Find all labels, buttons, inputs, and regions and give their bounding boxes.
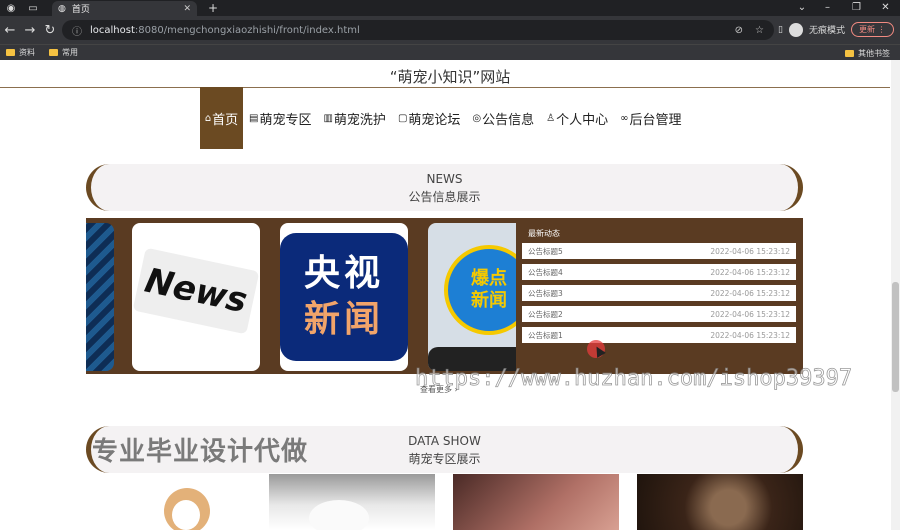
blocked-popup-icon[interactable]: ⊘ <box>735 25 743 36</box>
slide-news-text: News <box>132 247 260 335</box>
update-button[interactable]: 更新 ⋮ <box>850 22 894 37</box>
carousel-slide[interactable] <box>86 223 114 371</box>
browser-tabstrip: ◉ ▭ ◍ 首页 ✕ + ⌄ – ❐ ✕ <box>0 0 900 16</box>
care-icon: ▥ <box>323 112 333 124</box>
url-text: localhost:8080/mengchongxiaozhishi/front… <box>90 24 360 36</box>
pet-card-image[interactable] <box>637 474 803 530</box>
tab-title: 首页 <box>71 5 90 15</box>
forum-icon: ▢ <box>397 112 408 124</box>
bookmark-folder[interactable]: 常用 <box>49 47 78 58</box>
nav-admin[interactable]: ∞ 后台管理 <box>614 87 687 149</box>
nav-pet-care[interactable]: ▥ 萌宠洗护 <box>317 87 391 149</box>
zone-icon: ▤ <box>249 112 259 124</box>
folder-icon <box>49 49 58 56</box>
promo-overlay-text: 专业毕业设计代做 <box>92 437 309 467</box>
other-bookmarks[interactable]: 其他书签 <box>845 48 890 59</box>
bookmark-folder[interactable]: 资料 <box>6 47 35 58</box>
new-tab-button[interactable]: + <box>208 1 218 15</box>
cctv-logo: 央视 新闻 <box>280 233 408 361</box>
pet-card-image[interactable] <box>269 474 435 530</box>
globe-icon: ◍ <box>58 3 66 14</box>
folder-icon <box>845 50 854 57</box>
address-bar[interactable]: ⓘ localhost:8080/mengchongxiaozhishi/fro… <box>62 20 774 40</box>
main-nav: ⌂ 首页 ▤ 萌宠专区 ▥ 萌宠洗护 ▢ 萌宠论坛 ◎ 公告信息 ♙ 个人中心 ∞ 后台管理 <box>200 87 688 149</box>
watermark: https://www.huzhan.com/ishop39397 <box>415 366 853 392</box>
pet-card-image[interactable] <box>150 474 220 530</box>
link-icon: ∞ <box>620 112 629 124</box>
maximize-button[interactable]: ❐ <box>842 0 871 16</box>
close-tab-icon[interactable]: ✕ <box>183 4 191 14</box>
site-title: “萌宠小知识”网站 <box>389 68 511 86</box>
notice-icon: ◎ <box>472 112 482 124</box>
carousel-slide[interactable]: 央视 新闻 <box>280 223 408 371</box>
burst-news-badge: 爆点 新闻 <box>444 245 516 335</box>
news-banner-en: NEWS <box>426 172 463 186</box>
forward-button[interactable]: → <box>20 23 40 38</box>
news-banner-cn: 公告信息展示 <box>408 190 481 204</box>
news-carousel[interactable]: News 央视 新闻 爆点 新闻 <box>86 218 516 374</box>
bookmarks-bar: 资料 常用 其他书签 <box>0 44 900 60</box>
nav-home[interactable]: ⌂ 首页 <box>200 87 243 149</box>
carousel-slide[interactable]: News <box>132 223 260 371</box>
home-icon: ⌂ <box>204 112 212 124</box>
browser-menu-icon[interactable]: ◉ <box>0 0 22 16</box>
tab-search-icon[interactable]: ▭ <box>22 0 44 16</box>
tab-list-icon[interactable]: ⌄ <box>791 0 813 16</box>
news-panel: News 央视 新闻 爆点 新闻 最新动态 公告标题5 2022-04-06 15… <box>86 218 803 374</box>
nav-pet-zone[interactable]: ▤ 萌宠专区 <box>243 87 317 149</box>
profile-label[interactable]: 无痕模式 <box>809 23 845 36</box>
info-icon[interactable]: ⓘ <box>72 23 82 38</box>
close-window-button[interactable]: ✕ <box>871 0 900 16</box>
nav-user-center[interactable]: ♙ 个人中心 <box>540 87 614 149</box>
bookmark-star-icon[interactable]: ☆ <box>755 25 764 36</box>
latest-news: 最新动态 公告标题5 2022-04-06 15:23:12 公告标题4 2022-… <box>516 218 803 374</box>
incognito-icon <box>788 22 803 37</box>
minimize-button[interactable]: – <box>813 0 842 16</box>
pet-card-image[interactable] <box>453 474 619 530</box>
latest-news-title: 最新动态 <box>528 229 560 238</box>
list-item[interactable]: 公告标题2 2022-04-06 15:23:12 <box>522 306 796 322</box>
list-item[interactable]: 公告标题1 2022-04-06 15:23:12 <box>522 327 796 343</box>
scrollbar-thumb[interactable] <box>892 282 899 392</box>
list-item[interactable]: 公告标题3 2022-04-06 15:23:12 <box>522 285 796 301</box>
back-button[interactable]: ← <box>0 23 20 38</box>
folder-icon <box>6 49 15 56</box>
browser-tab[interactable]: ◍ 首页 ✕ <box>52 1 197 16</box>
page-scrollbar[interactable] <box>891 60 900 530</box>
nav-forum[interactable]: ▢ 萌宠论坛 <box>392 87 466 149</box>
web-page: “萌宠小知识”网站 ⌂ 首页 ▤ 萌宠专区 ▥ 萌宠洗护 ▢ 萌宠论坛 ◎ 公告信息 ♙ 个… <box>0 60 900 530</box>
list-item[interactable]: 公告标题4 2022-04-06 15:23:12 <box>522 264 796 280</box>
list-item[interactable]: 公告标题5 2022-04-06 15:23:12 <box>522 243 796 259</box>
carousel-slide[interactable]: 爆点 新闻 <box>428 223 516 371</box>
sidebar-icon[interactable]: ▯ <box>778 25 783 35</box>
nav-notice[interactable]: ◎ 公告信息 <box>466 87 540 149</box>
news-section-banner: NEWS 公告信息展示 <box>86 164 803 211</box>
reload-button[interactable]: ↻ <box>40 23 60 38</box>
browser-toolbar: ← → ↻ ⓘ localhost:8080/mengchongxiaozhis… <box>0 16 900 44</box>
user-icon: ♙ <box>546 112 556 124</box>
